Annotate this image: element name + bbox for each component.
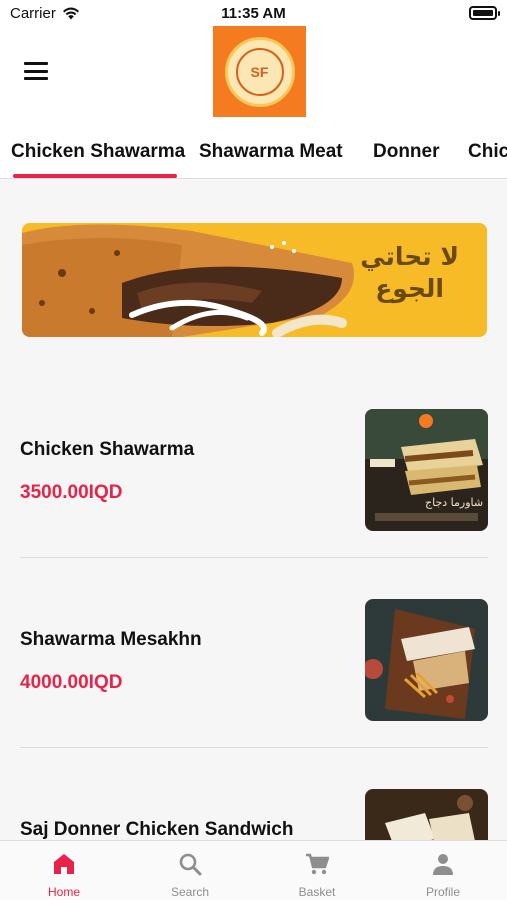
svg-text:شاورما دجاج: شاورما دجاج	[425, 496, 483, 509]
item-price: 4000.00IQD	[20, 672, 123, 693]
item-price: 3500.00IQD	[20, 482, 123, 503]
battery-icon	[469, 6, 500, 20]
nav-profile-label: Profile	[425, 885, 460, 899]
status-time: 11:35 AM	[221, 5, 286, 22]
nav-search-label: Search	[170, 885, 210, 899]
banner-slogan-line-1: لا تحاتي	[360, 242, 459, 271]
nav-basket[interactable]: Basket	[254, 841, 380, 900]
nav-search[interactable]: Search	[127, 841, 253, 900]
tab-shawarma-meat[interactable]: Shawarma Meat	[199, 141, 343, 163]
saj-donner-photo	[365, 789, 488, 840]
banner-slogan: لا تحاتي الجوع	[360, 241, 459, 305]
item-image[interactable]	[365, 599, 488, 721]
cart-icon	[306, 853, 329, 875]
item-divider	[20, 747, 488, 748]
shawarma-mesakhn-photo	[365, 599, 488, 721]
item-name: Saj Donner Chicken Sandwich	[20, 819, 294, 840]
nav-profile[interactable]: Profile	[380, 841, 506, 900]
status-bar: Carrier 11:35 AM	[0, 0, 507, 26]
item-name: Chicken Shawarma	[20, 439, 195, 460]
item-divider	[20, 557, 488, 558]
list-item[interactable]: Shawarma Mesakhn 4000.00IQD	[0, 599, 507, 749]
bottom-tab-bar: Home Search Basket Profile	[0, 840, 507, 900]
category-tabs: Chicken Shawarma Shawarma Meat Donner Ch…	[0, 122, 507, 179]
app-header: SF	[0, 26, 507, 122]
item-name: Shawarma Mesakhn	[20, 629, 202, 650]
logo-monogram: SF	[250, 63, 269, 80]
tab-donner[interactable]: Donner	[373, 141, 440, 163]
item-image[interactable]	[365, 789, 488, 840]
nav-home-label: Home	[47, 885, 80, 899]
home-icon	[54, 854, 74, 874]
list-item[interactable]: Chicken Shawarma 3500.00IQD شاورما دجاج	[0, 409, 507, 559]
profile-icon	[433, 854, 453, 875]
nav-home[interactable]: Home	[1, 841, 127, 900]
list-item[interactable]: Saj Donner Chicken Sandwich	[0, 789, 507, 840]
hamburger-menu-icon[interactable]	[24, 62, 48, 80]
nav-basket-label: Basket	[298, 885, 336, 899]
menu-content: لا تحاتي الجوع Chicken Shawarma 3500.00I…	[0, 179, 507, 840]
tab-chicken-partial[interactable]: Chic	[468, 141, 507, 163]
search-icon	[179, 853, 202, 876]
item-image[interactable]: شاورما دجاج	[365, 409, 488, 531]
tab-chicken-shawarma[interactable]: Chicken Shawarma	[11, 141, 185, 163]
banner-slogan-line-2: الجوع	[375, 274, 444, 303]
promo-banner[interactable]: لا تحاتي الجوع	[22, 223, 487, 337]
active-tab-indicator	[13, 174, 177, 178]
shawarma-factory-logo: SF	[213, 26, 306, 117]
chicken-shawarma-photo: شاورما دجاج	[365, 409, 488, 531]
